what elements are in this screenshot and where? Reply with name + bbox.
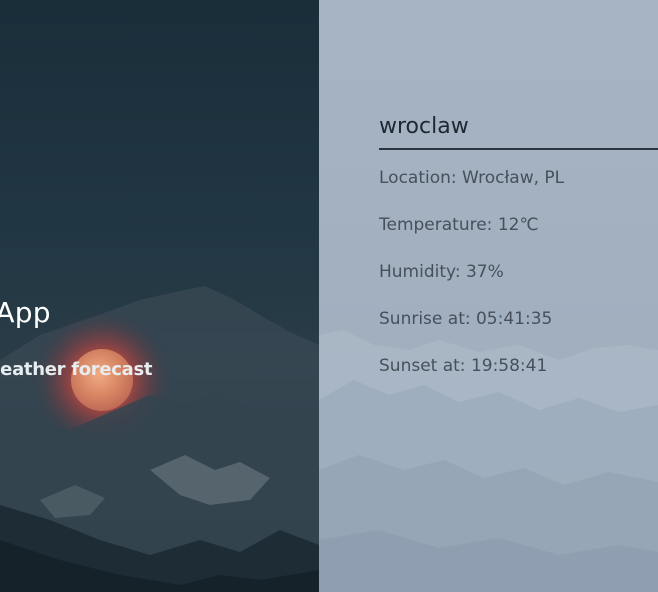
sunrise-text: Sunrise at: 05:41:35 — [379, 309, 553, 329]
app-subtitle: e World weather forecast — [0, 359, 153, 380]
weather-info-list: Location: Wrocław, PL Temperature: 12℃ H… — [379, 166, 564, 401]
temperature-text: Temperature: 12℃ — [379, 215, 539, 235]
weather-app: ther App e World weather forecast Locati… — [0, 0, 658, 592]
sunset-text: Sunset at: 19:58:41 — [379, 356, 548, 376]
location-text: Location: Wrocław, PL — [379, 168, 565, 188]
city-search-input[interactable] — [379, 104, 658, 150]
app-title: ther App — [0, 296, 51, 329]
humidity-text: Humidity: 37% — [379, 262, 504, 282]
hero-panel: ther App e World weather forecast — [0, 0, 319, 592]
weather-panel: Location: Wrocław, PL Temperature: 12℃ H… — [319, 0, 658, 592]
